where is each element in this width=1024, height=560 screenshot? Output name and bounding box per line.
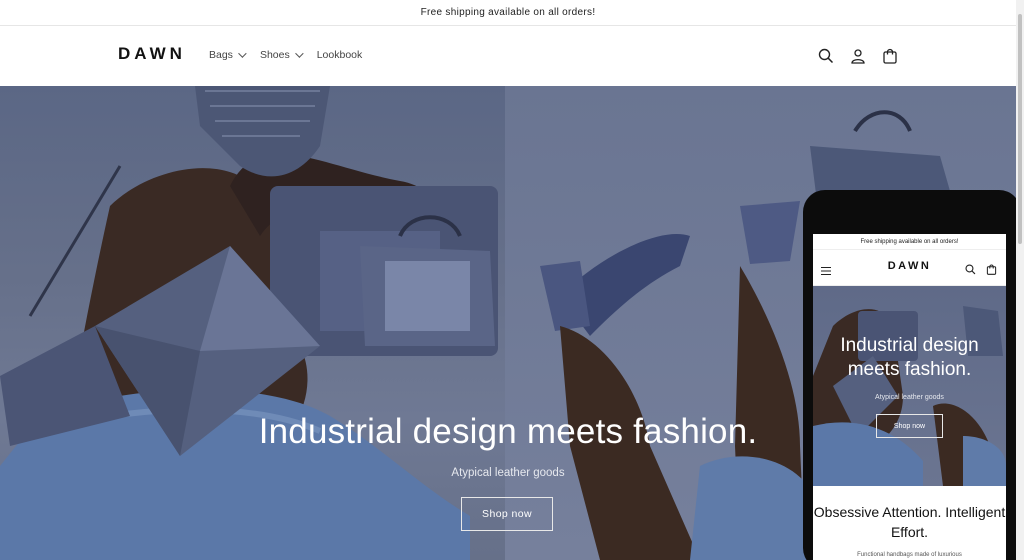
mobile-section-heading: Obsessive Attention. Intelligent Effort. <box>813 504 1006 540</box>
nav-item-label: Shoes <box>259 49 290 61</box>
mobile-hero-banner: Industrial design meets fashion. Atypica… <box>813 286 1006 486</box>
nav-item-label: Bags <box>209 49 233 61</box>
mobile-preview-frame: Free shipping available on all orders! D… <box>803 190 1021 560</box>
scrollbar-thumb[interactable] <box>1018 14 1022 244</box>
chevron-down-icon <box>238 49 247 58</box>
mobile-hero-subheading: Atypical leather goods <box>875 394 944 401</box>
main-nav: Bags Shoes Lookbook <box>209 49 362 61</box>
shop-now-button[interactable]: Shop now <box>461 497 553 531</box>
mobile-hero-heading: Industrial design meets fashion. <box>840 335 979 380</box>
chevron-down-icon <box>294 49 304 58</box>
announcement-bar: Free shipping available on all orders! <box>0 0 1016 26</box>
mobile-section-text: Functional handbags made of luxurious <box>857 552 962 558</box>
mobile-store-logo[interactable]: DAWN <box>813 260 1006 272</box>
header-icons <box>816 46 900 66</box>
search-icon[interactable] <box>965 262 977 275</box>
store-logo[interactable]: DAWN <box>118 44 186 64</box>
nav-item-shoes[interactable]: Shoes <box>259 49 304 61</box>
nav-item-label: Lookbook <box>316 49 363 61</box>
mobile-screen: Free shipping available on all orders! D… <box>813 234 1006 560</box>
account-icon[interactable] <box>848 46 868 66</box>
cart-icon[interactable] <box>880 46 900 66</box>
mobile-shop-now-button[interactable]: Shop now <box>876 414 943 438</box>
nav-item-lookbook[interactable]: Lookbook <box>317 49 363 61</box>
site-header: DAWN Bags Shoes Lookbook <box>0 26 1016 86</box>
mobile-announcement-bar: Free shipping available on all orders! <box>813 234 1006 250</box>
mobile-header: DAWN <box>813 250 1006 286</box>
nav-item-bags[interactable]: Bags <box>209 49 247 61</box>
search-icon[interactable] <box>816 46 836 66</box>
mobile-hero-image <box>813 306 1006 486</box>
page-scrollbar[interactable] <box>1016 0 1024 560</box>
cart-icon[interactable] <box>986 262 998 275</box>
